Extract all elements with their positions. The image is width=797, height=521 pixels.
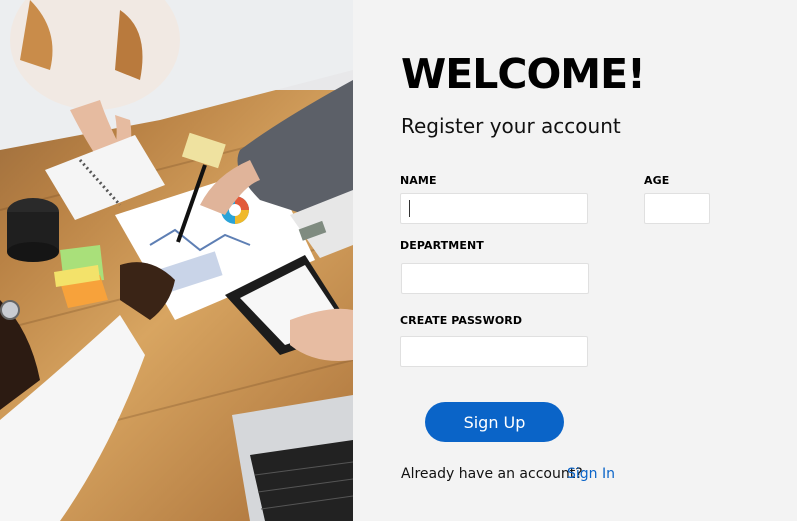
name-input[interactable] <box>400 193 588 224</box>
password-input[interactable] <box>400 336 588 367</box>
text-caret <box>409 200 410 217</box>
hero-illustration <box>0 0 353 521</box>
already-have-account-text: Already have an account? <box>401 466 583 482</box>
hero-image <box>0 0 353 521</box>
registration-panel: WELCOME! Register your account NAME AGE … <box>353 0 797 521</box>
registration-window: WELCOME! Register your account NAME AGE … <box>0 0 797 521</box>
age-label: AGE <box>644 174 670 187</box>
name-field-wrapper <box>400 193 588 224</box>
welcome-title: WELCOME! <box>401 50 646 98</box>
password-label: CREATE PASSWORD <box>400 314 523 327</box>
sign-in-link[interactable]: Sign In <box>567 466 615 482</box>
sign-up-button[interactable]: Sign Up <box>425 402 564 442</box>
subtitle: Register your account <box>401 114 621 138</box>
department-input[interactable] <box>401 263 589 294</box>
department-label: DEPARTMENT <box>400 239 484 252</box>
age-input[interactable] <box>644 193 710 224</box>
name-label: NAME <box>400 174 437 187</box>
